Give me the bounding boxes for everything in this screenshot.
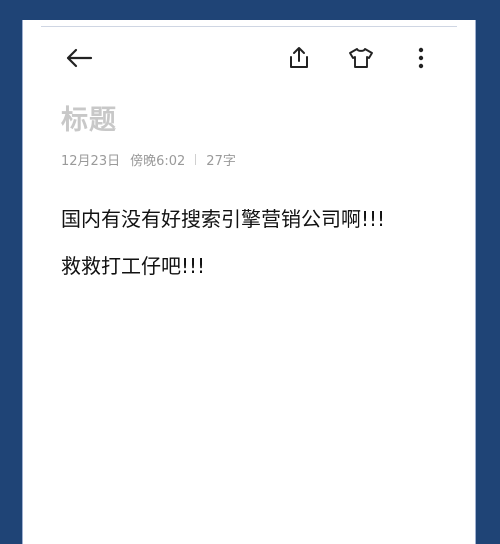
theme-button[interactable] [343, 38, 379, 78]
note-editor-screen: 标题 12月23日 傍晚6:02 27字 国内有没有好搜索引擎营销公司啊!!! … [22, 20, 476, 544]
tshirt-icon [349, 48, 373, 68]
note-char-count: 27字 [206, 154, 236, 169]
note-date: 12月23日 [61, 154, 121, 169]
meta-divider [195, 154, 197, 165]
note-meta: 12月23日 傍晚6:02 27字 [61, 150, 236, 169]
note-paragraph: 国内有没有好搜索引擎营销公司啊!!! [61, 207, 386, 231]
more-options-button[interactable] [403, 38, 439, 78]
share-icon [290, 47, 308, 68]
top-divider [41, 26, 457, 27]
note-paragraph: 救救打工仔吧!!! [61, 254, 206, 278]
arrow-left-icon [66, 48, 93, 68]
note-title-field[interactable]: 标题 [61, 98, 117, 137]
note-time: 傍晚6:02 [130, 154, 186, 169]
share-button[interactable] [281, 38, 317, 78]
toolbar [23, 38, 475, 78]
back-button[interactable] [61, 38, 97, 78]
note-body[interactable]: 国内有没有好搜索引擎营销公司啊!!! 救救打工仔吧!!! [61, 200, 451, 294]
more-vertical-icon [418, 47, 424, 69]
